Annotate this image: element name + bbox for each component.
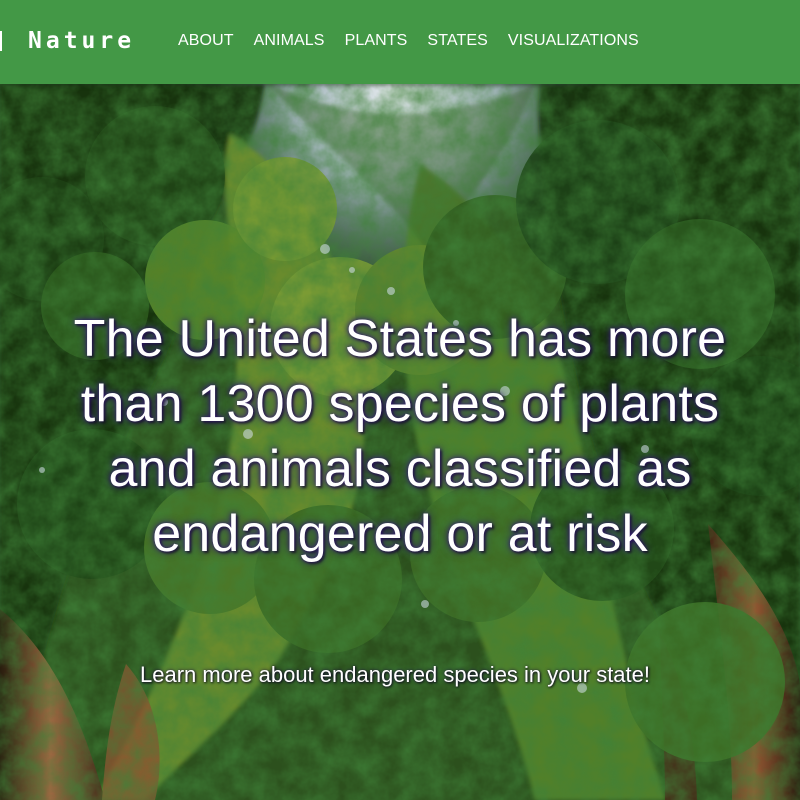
nav-link-about[interactable]: ABOUT	[178, 31, 234, 51]
navigation-links: ABOUT ANIMALS PLANTS STATES VISUALIZATIO…	[178, 31, 639, 51]
hero-call-to-action-link[interactable]: Learn more about endangered species in y…	[85, 661, 705, 688]
top-navigation-bar: Nature ABOUT ANIMALS PLANTS STATES VISUA…	[0, 0, 800, 84]
nav-link-states[interactable]: STATES	[427, 31, 487, 51]
nav-link-plants[interactable]: PLANTS	[345, 31, 408, 51]
nav-link-animals[interactable]: ANIMALS	[254, 31, 325, 51]
page: Nature ABOUT ANIMALS PLANTS STATES VISUA…	[0, 0, 800, 800]
hero-headline: The United States has more than 1300 spe…	[73, 310, 727, 563]
hero-section: The United States has more than 1300 spe…	[0, 84, 800, 800]
nav-link-visualizations[interactable]: VISUALIZATIONS	[508, 31, 639, 51]
brand-divider-icon	[0, 31, 2, 51]
brand-logo-link[interactable]: Nature	[28, 27, 135, 55]
